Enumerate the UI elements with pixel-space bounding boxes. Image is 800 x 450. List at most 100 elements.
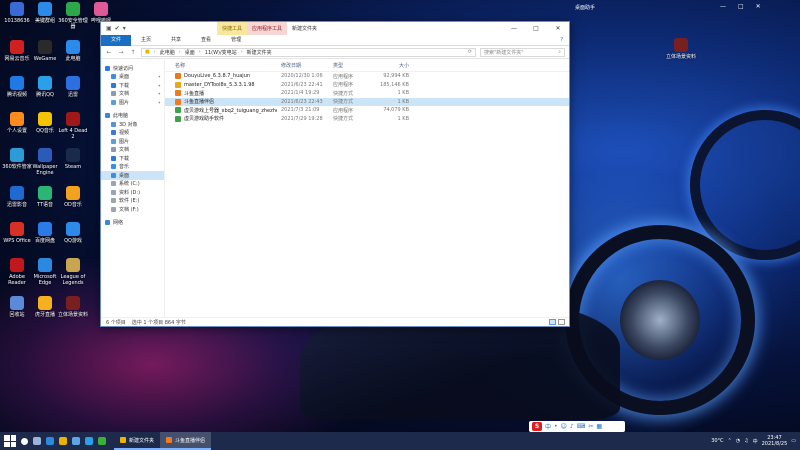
- desktop-shortcut[interactable]: 虎牙直播: [30, 296, 60, 318]
- breadcrumb-item[interactable]: 桌面: [185, 49, 195, 56]
- sogou-icon[interactable]: S: [532, 422, 542, 431]
- qq-icon[interactable]: [85, 437, 93, 445]
- search-box[interactable]: 搜索"新建文件夹" ⌕: [480, 47, 565, 57]
- quick-access-toolbar[interactable]: ▣ ✔ ▾: [101, 25, 126, 32]
- punct-icon[interactable]: •: [554, 423, 558, 430]
- desktop-shortcut[interactable]: 个人设置: [2, 112, 32, 134]
- chevron-down-icon[interactable]: ▾: [123, 25, 126, 32]
- table-row[interactable]: 斗鱼直播伴侣 2021/6/23 22:43 快捷方式 1 KB: [165, 97, 569, 106]
- column-size[interactable]: 大小: [373, 62, 413, 69]
- forward-icon[interactable]: →: [117, 49, 125, 56]
- refresh-icon[interactable]: ⟳: [468, 49, 472, 55]
- tab-shortcut-tools[interactable]: 快捷工具: [217, 22, 248, 35]
- nav-pc-item[interactable]: 图片: [101, 137, 164, 146]
- nav-pc-item[interactable]: 桌面: [101, 171, 164, 180]
- input-language[interactable]: 中: [753, 438, 758, 445]
- desktop-shortcut[interactable]: 百度网盘: [30, 222, 60, 244]
- volume-icon[interactable]: ♫: [744, 438, 748, 444]
- close-button[interactable]: ✕: [547, 22, 569, 35]
- nav-quick-access[interactable]: 快速访问: [101, 64, 164, 73]
- large-icons-view-icon[interactable]: [558, 319, 565, 325]
- skin-icon[interactable]: ✂: [588, 423, 593, 430]
- right-window-controls[interactable]: — □ ✕: [720, 3, 761, 10]
- nav-pc-item[interactable]: 音乐: [101, 163, 164, 172]
- view-toggle[interactable]: [549, 319, 565, 325]
- task-view-icon[interactable]: [33, 437, 41, 445]
- emoji-icon[interactable]: ☺: [561, 423, 567, 430]
- folder-icon[interactable]: [59, 437, 67, 445]
- help-icon[interactable]: ?: [560, 37, 569, 43]
- desktop-shortcut[interactable]: 360软件管家: [2, 148, 32, 170]
- chevron-up-icon[interactable]: ⌃: [728, 438, 732, 444]
- search-icon[interactable]: [21, 437, 28, 445]
- nav-this-pc[interactable]: 此电脑: [101, 112, 164, 121]
- nav-pinned-item[interactable]: 图片 ✦: [101, 98, 164, 107]
- taskbar-app-explorer[interactable]: 新建文件夹: [114, 432, 161, 450]
- desktop-shortcut[interactable]: 网易云音乐: [2, 40, 32, 62]
- table-row[interactable]: 虚贝游戏助手软件 2021/7/29 19:28 快捷方式 1 KB: [165, 115, 569, 124]
- desktop-shortcut[interactable]: 迅雷影音: [2, 186, 32, 208]
- column-name[interactable]: 名称: [165, 62, 277, 69]
- details-view-icon[interactable]: [549, 319, 556, 325]
- desktop-shortcut[interactable]: 360安全管理器: [58, 2, 88, 30]
- nav-pinned-item[interactable]: 文档 ✦: [101, 90, 164, 99]
- desktop-shortcut[interactable]: 此电脑: [58, 40, 88, 62]
- tab-file[interactable]: 文件: [101, 34, 132, 46]
- table-row[interactable]: master_DYTool8x_5.3.3.1.98 2021/6/23 22:4…: [165, 81, 569, 90]
- desktop-shortcut[interactable]: Left 4 Dead 2: [58, 112, 88, 140]
- back-icon[interactable]: ←: [105, 49, 113, 56]
- desktop-shortcut[interactable]: 迅雷: [58, 76, 88, 98]
- nav-pc-item[interactable]: 文档 (F:): [101, 205, 164, 214]
- desktop-shortcut[interactable]: Adobe Reader: [2, 258, 32, 286]
- desktop-shortcut[interactable]: Steam: [58, 148, 88, 170]
- desktop-shortcut[interactable]: TT语音: [30, 186, 60, 208]
- desktop-shortcut[interactable]: 10138636: [2, 2, 32, 24]
- desktop-shortcut[interactable]: Microsoft Edge: [30, 258, 60, 286]
- column-date[interactable]: 修改日期: [277, 62, 329, 69]
- nav-pc-item[interactable]: 系统 (C:): [101, 180, 164, 189]
- address-bar[interactable]: ■ › 此电脑 › 桌面 › 11(W)/变电站 › 新建文件夹 ⟳: [141, 47, 476, 57]
- desktop-shortcut[interactable]: WeGame: [30, 40, 60, 62]
- nav-pinned-item[interactable]: 下载 ✦: [101, 81, 164, 90]
- desktop-shortcut[interactable]: OD音乐: [58, 186, 88, 208]
- desktop-shortcut[interactable]: Wallpaper Engine: [30, 148, 60, 176]
- nav-pc-item[interactable]: 文档: [101, 146, 164, 155]
- desktop-shortcut[interactable]: League of Legends: [58, 258, 88, 286]
- up-icon[interactable]: ↑: [129, 49, 137, 56]
- nav-pinned-item[interactable]: 桌面 ✦: [101, 73, 164, 82]
- check-icon[interactable]: ✔: [115, 25, 120, 32]
- desktop-shortcut[interactable]: 回收站: [2, 296, 32, 318]
- tab-home[interactable]: 主页: [131, 35, 161, 46]
- nav-pc-item[interactable]: 视频: [101, 129, 164, 138]
- breadcrumb-item[interactable]: 11(W)/变电站: [205, 49, 237, 56]
- desktop-shortcut[interactable]: 腾讯QQ: [30, 76, 60, 98]
- nav-pc-item[interactable]: 资料 (D:): [101, 188, 164, 197]
- tab-view[interactable]: 查看: [191, 35, 221, 46]
- nav-pc-item[interactable]: 下载: [101, 154, 164, 163]
- desktop-shortcut[interactable]: 立体场景资料: [58, 296, 88, 318]
- lang-icon[interactable]: 中: [545, 422, 551, 431]
- store-icon[interactable]: [72, 437, 80, 445]
- toolbox-icon[interactable]: ▦: [596, 423, 602, 430]
- network-icon[interactable]: ◔: [736, 438, 740, 444]
- table-row[interactable]: DouyuLive_6.3.8.7_huajun 2020/12/30 1:06 应…: [165, 72, 569, 81]
- desktop-shortcut[interactable]: QQ音乐: [30, 112, 60, 134]
- keyboard-icon[interactable]: ⌨: [577, 423, 586, 430]
- tab-app-tools[interactable]: 应用程序工具: [247, 22, 288, 35]
- windows-start-icon[interactable]: [4, 435, 16, 447]
- clock[interactable]: 23:47 2021/8/25: [762, 435, 788, 447]
- minimize-button[interactable]: —: [503, 22, 525, 35]
- nav-pc-item[interactable]: 软件 (E:): [101, 197, 164, 206]
- tab-share[interactable]: 共享: [161, 35, 191, 46]
- breadcrumb-item[interactable]: 新建文件夹: [247, 49, 272, 56]
- weather-temp[interactable]: 30°C: [711, 438, 723, 444]
- column-type[interactable]: 类型: [329, 62, 373, 69]
- desktop-shortcut[interactable]: WPS Office: [2, 222, 32, 244]
- nav-network[interactable]: 网络: [101, 219, 164, 228]
- desktop-shortcut[interactable]: 腾讯视频: [2, 76, 32, 98]
- desktop-shortcut[interactable]: 美键群组: [30, 2, 60, 24]
- table-row[interactable]: 斗鱼直播 2021/1/4 19:29 快捷方式 1 KB: [165, 89, 569, 98]
- wechat-icon[interactable]: [98, 437, 106, 445]
- maximize-button[interactable]: □: [525, 22, 547, 35]
- notification-icon[interactable]: ▭: [791, 438, 796, 444]
